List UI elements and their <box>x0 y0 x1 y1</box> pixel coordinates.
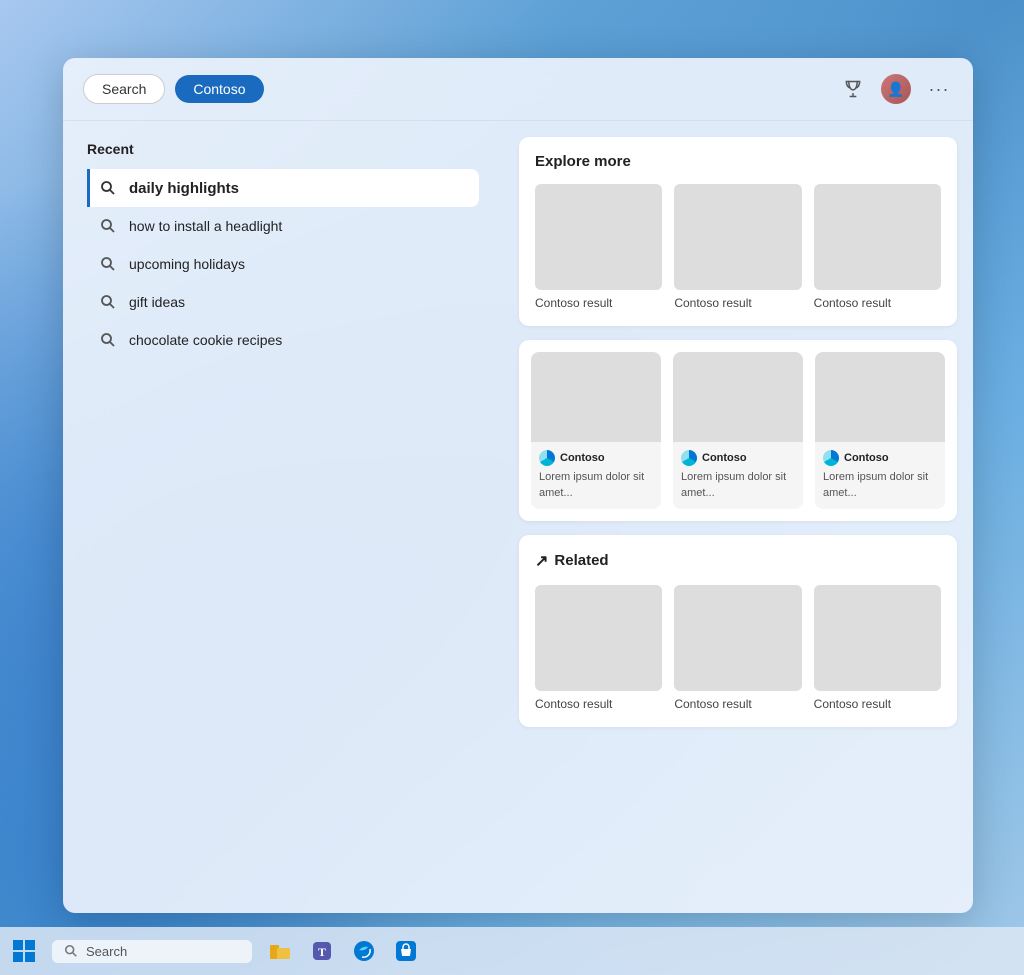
result-thumbnail <box>814 585 941 691</box>
news-source: Contoso <box>823 450 937 466</box>
avatar[interactable]: 👤 <box>881 74 911 104</box>
left-panel: Recent daily highlights <box>63 121 503 913</box>
news-source-name: Contoso <box>844 452 889 464</box>
news-body: Contoso Lorem ipsum dolor sit amet... <box>531 442 661 509</box>
news-thumbnail <box>673 352 803 442</box>
tab-contoso[interactable]: Contoso <box>175 75 263 103</box>
header-bar: Search Contoso 👤 ··· <box>63 58 973 121</box>
news-source-name: Contoso <box>702 452 747 464</box>
recent-item-text: daily highlights <box>129 180 239 197</box>
news-source: Contoso <box>681 450 795 466</box>
result-label: Contoso result <box>674 296 801 310</box>
taskbar-search[interactable]: Search <box>52 940 252 963</box>
result-label: Contoso result <box>535 697 662 711</box>
news-item-1[interactable]: Contoso Lorem ipsum dolor sit amet... <box>531 352 661 509</box>
search-icon <box>99 331 117 349</box>
taskbar: Search T <box>0 927 1024 975</box>
trending-icon: ↗ <box>535 551 548 571</box>
result-label: Contoso result <box>535 296 662 310</box>
contoso-icon <box>539 450 555 466</box>
related-title: ↗ Related <box>535 551 941 571</box>
recent-item-cookies[interactable]: chocolate cookie recipes <box>87 321 479 359</box>
news-desc: Lorem ipsum dolor sit amet... <box>823 470 937 501</box>
tab-search[interactable]: Search <box>83 74 165 104</box>
recent-item-text: upcoming holidays <box>129 256 245 272</box>
recent-item-gift[interactable]: gift ideas <box>87 283 479 321</box>
news-item-2[interactable]: Contoso Lorem ipsum dolor sit amet... <box>673 352 803 509</box>
explore-more-card: Explore more Contoso result Contoso resu… <box>519 137 957 326</box>
recent-item-text: how to install a headlight <box>129 218 282 234</box>
start-button[interactable] <box>0 927 48 975</box>
result-thumbnail <box>535 585 662 691</box>
related-title-text: Related <box>554 552 608 569</box>
more-options-icon[interactable]: ··· <box>925 75 953 103</box>
news-thumbnail <box>531 352 661 442</box>
recent-item-text: chocolate cookie recipes <box>129 332 282 348</box>
recent-item-daily-highlights[interactable]: daily highlights <box>87 169 479 207</box>
related-result-1[interactable]: Contoso result <box>535 585 662 711</box>
explore-more-title: Explore more <box>535 153 941 170</box>
trophy-icon[interactable] <box>839 75 867 103</box>
news-item-3[interactable]: Contoso Lorem ipsum dolor sit amet... <box>815 352 945 509</box>
related-result-2[interactable]: Contoso result <box>674 585 801 711</box>
result-thumbnail <box>674 184 801 290</box>
svg-text:T: T <box>318 945 326 959</box>
news-grid: Contoso Lorem ipsum dolor sit amet... Co… <box>531 352 945 509</box>
taskbar-search-text: Search <box>86 944 127 959</box>
related-result-3[interactable]: Contoso result <box>814 585 941 711</box>
news-body: Contoso Lorem ipsum dolor sit amet... <box>673 442 803 509</box>
taskbar-teams[interactable]: T <box>304 933 340 969</box>
news-thumbnail <box>815 352 945 442</box>
recent-label: Recent <box>87 141 479 157</box>
related-results-grid: Contoso result Contoso result Contoso re… <box>535 585 941 711</box>
news-source-name: Contoso <box>560 452 605 464</box>
explore-results-grid: Contoso result Contoso result Contoso re… <box>535 184 941 310</box>
news-desc: Lorem ipsum dolor sit amet... <box>681 470 795 501</box>
recent-item-text: gift ideas <box>129 294 185 310</box>
search-icon <box>99 293 117 311</box>
news-card: Contoso Lorem ipsum dolor sit amet... Co… <box>519 340 957 521</box>
news-body: Contoso Lorem ipsum dolor sit amet... <box>815 442 945 509</box>
search-icon <box>99 217 117 235</box>
contoso-icon <box>681 450 697 466</box>
taskbar-file-explorer[interactable] <box>262 933 298 969</box>
body-area: Recent daily highlights <box>63 121 973 913</box>
result-thumbnail <box>674 585 801 691</box>
result-label: Contoso result <box>814 697 941 711</box>
recent-item-headlight[interactable]: how to install a headlight <box>87 207 479 245</box>
news-source: Contoso <box>539 450 653 466</box>
search-icon <box>99 255 117 273</box>
header-icons: 👤 ··· <box>839 74 953 104</box>
result-thumbnail <box>535 184 662 290</box>
taskbar-search-icon <box>64 944 78 958</box>
taskbar-app-icons: T <box>262 933 424 969</box>
taskbar-edge[interactable] <box>346 933 382 969</box>
result-label: Contoso result <box>674 697 801 711</box>
taskbar-store[interactable] <box>388 933 424 969</box>
result-label: Contoso result <box>814 296 941 310</box>
explore-result-1[interactable]: Contoso result <box>535 184 662 310</box>
explore-result-2[interactable]: Contoso result <box>674 184 801 310</box>
recent-item-holidays[interactable]: upcoming holidays <box>87 245 479 283</box>
news-desc: Lorem ipsum dolor sit amet... <box>539 470 653 501</box>
contoso-icon <box>823 450 839 466</box>
result-thumbnail <box>814 184 941 290</box>
related-card: ↗ Related Contoso result Contoso result … <box>519 535 957 727</box>
search-icon <box>99 179 117 197</box>
search-panel: Search Contoso 👤 ··· Recent <box>63 58 973 913</box>
explore-result-3[interactable]: Contoso result <box>814 184 941 310</box>
right-panel: Explore more Contoso result Contoso resu… <box>503 121 973 913</box>
